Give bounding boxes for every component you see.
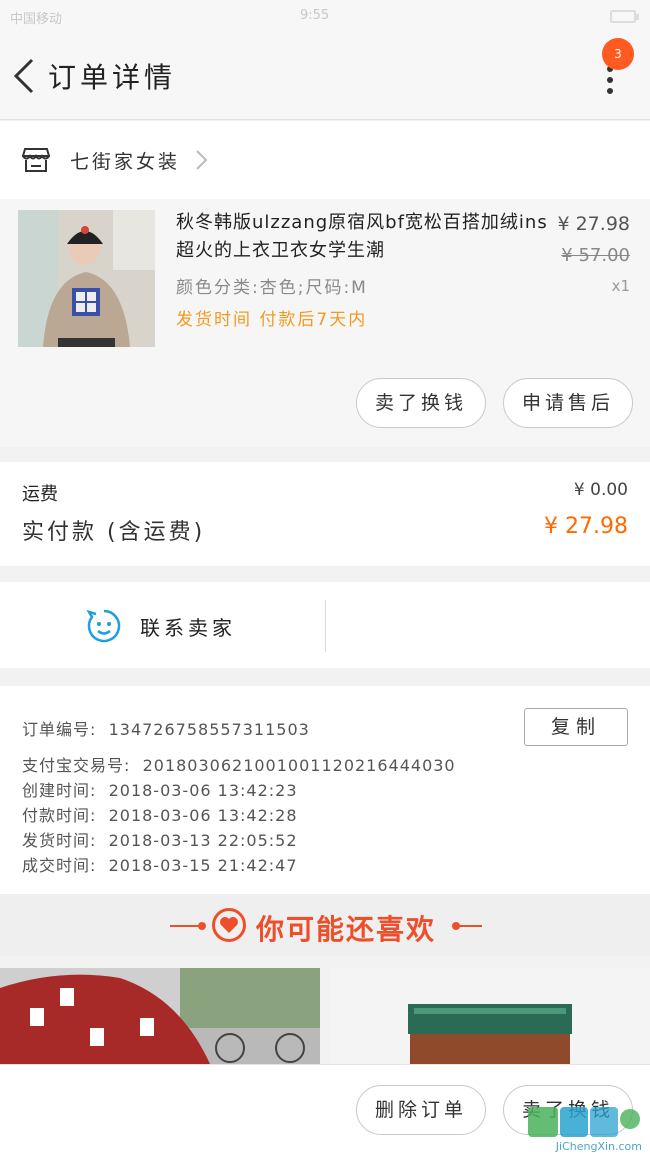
chevron-right-icon [194,149,208,175]
chat-face-icon[interactable] [86,608,122,648]
contact-bar: 联系卖家 [0,582,650,668]
info-value: 134726758557311503 [108,720,310,739]
divider [458,925,482,927]
recommend-header: 你可能还喜欢 [0,894,650,956]
back-icon[interactable] [10,56,40,96]
contact-seller-button[interactable]: 联系卖家 [140,612,236,641]
recommend-item-image[interactable] [330,968,650,1064]
watermark-text: JiChengXin.com [555,1140,642,1153]
copy-button[interactable]: 复制 [524,708,628,746]
freight-value: ¥ 0.00 [573,480,628,500]
carrier-text: 中国移动 [10,12,63,27]
info-value: 2018-03-15 21:42:47 [108,856,298,875]
shop-row[interactable]: 七街家女装 [0,121,650,199]
shop-name: 七街家女装 [70,151,181,173]
original-price: ¥ 57.00 [561,245,630,266]
paid-value: ¥ 27.98 [544,514,628,539]
product-title: 秋冬韩版ulzzang原宿风bf宽松百搭加绒ins超火的上衣卫衣女学生潮 [176,212,548,261]
heart-icon [212,908,246,942]
divider [170,925,200,927]
battery-icon [610,10,639,23]
recommend-item-image[interactable] [0,968,320,1064]
store-icon [21,147,51,177]
product-quantity: x1 [611,277,630,295]
divider-dot [198,922,206,930]
freight-label: 运费 [22,484,58,505]
order-info: 订单编号: 134726758557311503 复制 支付宝交易号: 2018… [0,686,650,894]
nav-bar: 订单详情 3 [0,34,650,120]
more-menu-icon[interactable] [604,66,616,96]
watermark-logo-icon [526,1105,644,1143]
bottom-action-bar: 删除订单 卖了换钱 [0,1064,650,1155]
divider [325,600,326,652]
order-item[interactable]: 秋冬韩版ulzzang原宿风bf宽松百搭加绒ins超火的上衣卫衣女学生潮 颜色分… [0,199,650,447]
info-label: 发货时间: [22,831,97,850]
after-sale-button[interactable]: 申请售后 [503,378,633,428]
status-bar: 中国移动 9:55 [0,0,650,34]
info-label: 支付宝交易号: [22,756,131,775]
deal-time-row: 成交时间: 2018-03-15 21:42:47 [22,852,298,876]
info-value: 2018-03-06 13:42:28 [108,806,298,825]
info-label: 付款时间: [22,806,97,825]
clock-text: 9:55 [300,8,330,23]
paid-label: 实付款 (含运费) [22,520,206,545]
product-image[interactable] [18,210,155,347]
notification-badge: 3 [602,38,634,70]
recommend-title: 你可能还喜欢 [256,913,437,946]
info-label: 成交时间: [22,856,97,875]
delete-order-button[interactable]: 删除订单 [356,1085,486,1135]
page-title: 订单详情 [48,61,177,94]
info-value: 2018030621001001120216444030 [142,756,456,775]
info-value: 2018-03-13 22:05:52 [108,831,298,850]
info-value: 2018-03-06 13:42:23 [108,781,298,800]
fee-summary: 运费 ¥ 0.00 实付款 (含运费) ¥ 27.98 [0,462,650,566]
info-label: 创建时间: [22,781,97,800]
ship-time-row: 发货时间: 2018-03-13 22:05:52 [22,827,298,851]
create-time-row: 创建时间: 2018-03-06 13:42:23 [22,777,298,801]
product-price: ¥ 27.98 [557,213,630,235]
order-number-row: 订单编号: 134726758557311503 [22,716,310,740]
alipay-number-row: 支付宝交易号: 2018030621001001120216444030 [22,752,456,776]
ship-time: 发货时间 付款后7天内 [176,310,368,330]
info-label: 订单编号: [22,720,97,739]
pay-time-row: 付款时间: 2018-03-06 13:42:28 [22,802,298,826]
product-sku: 颜色分类:杏色;尺码:M [176,278,368,298]
resell-button[interactable]: 卖了换钱 [356,378,486,428]
